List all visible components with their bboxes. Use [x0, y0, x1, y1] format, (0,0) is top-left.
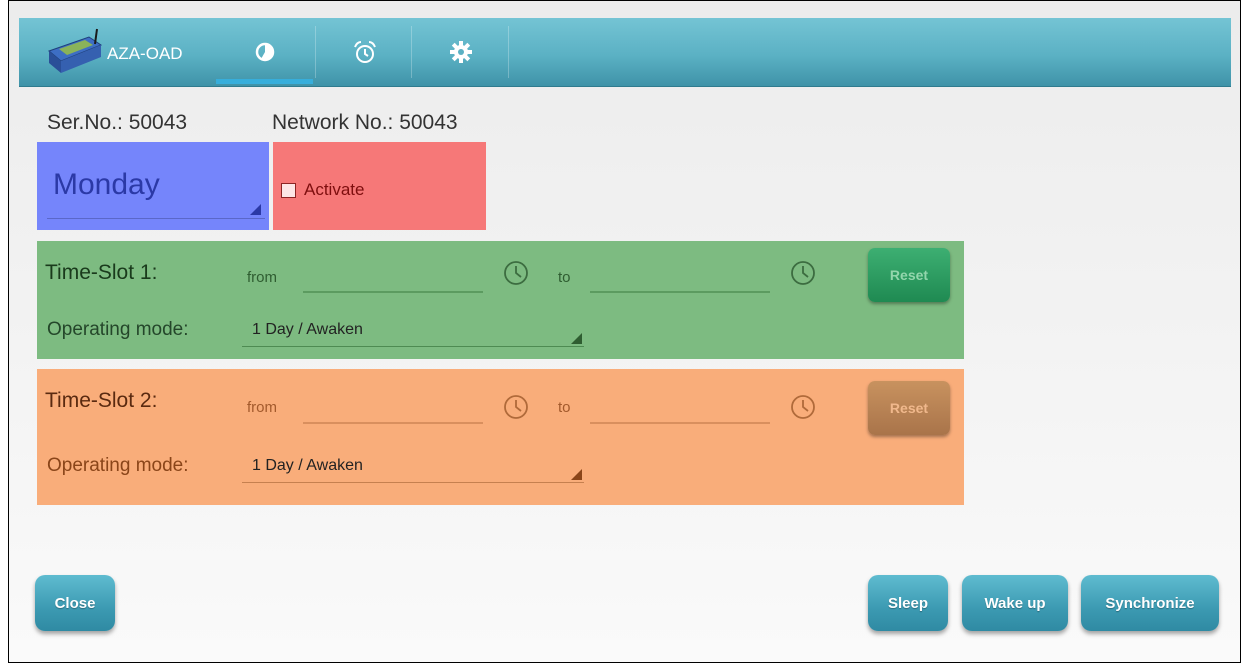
tab-divider	[508, 26, 509, 78]
to-label: to	[558, 399, 571, 416]
network-number: Network No.: 50043	[272, 111, 458, 134]
from-label: from	[247, 399, 277, 416]
serial-number: Ser.No.: 50043	[47, 111, 188, 134]
operating-mode-label: Operating mode:	[47, 319, 189, 340]
day-dropdown[interactable]: Monday	[47, 158, 265, 219]
tab-settings[interactable]	[412, 18, 509, 86]
alarm-clock-icon	[353, 41, 376, 63]
activate-panel: Activate	[273, 142, 486, 230]
time-slot-2-reset-button[interactable]: Reset	[868, 381, 950, 435]
time-slot-2-to-field[interactable]	[590, 422, 770, 424]
app-window: AZA-OAD Ser.No.: 50043 Network No.: 5004…	[8, 0, 1241, 663]
clock-icon[interactable]	[502, 259, 530, 287]
close-button[interactable]: Close	[35, 575, 115, 631]
to-label: to	[558, 269, 571, 286]
operating-mode-label: Operating mode:	[47, 455, 189, 476]
time-slot-2-panel: Time-Slot 2: from to Reset Operating mod…	[37, 369, 964, 505]
clock-icon[interactable]	[789, 393, 817, 421]
time-slot-1-title: Time-Slot 1:	[45, 261, 158, 284]
gear-icon	[449, 41, 472, 63]
dropdown-underline	[242, 346, 584, 347]
synchronize-button[interactable]: Synchronize	[1081, 575, 1219, 631]
dropdown-corner-icon	[571, 333, 582, 344]
from-label: from	[247, 269, 277, 286]
day-dropdown-value: Monday	[53, 168, 160, 201]
time-slot-2-title: Time-Slot 2:	[45, 389, 158, 412]
time-slot-1-reset-button[interactable]: Reset	[868, 248, 950, 302]
dropdown-corner-icon	[571, 469, 582, 480]
time-slot-1-panel: Time-Slot 1: from to Reset Operating mod…	[37, 241, 964, 359]
time-slot-1-mode-dropdown[interactable]: 1 Day / Awaken	[242, 315, 584, 347]
tab-alarm[interactable]	[316, 18, 413, 86]
mode-dropdown-value: 1 Day / Awaken	[252, 457, 363, 474]
tab-overview[interactable]	[216, 18, 313, 86]
dropdown-underline	[242, 482, 584, 483]
sleep-button[interactable]: Sleep	[868, 575, 948, 631]
time-slot-2-from-field[interactable]	[303, 422, 483, 424]
pie-chart-icon	[255, 42, 274, 62]
mode-dropdown-value: 1 Day / Awaken	[252, 321, 363, 338]
activate-label[interactable]: Activate	[304, 180, 364, 200]
wake-up-button[interactable]: Wake up	[962, 575, 1068, 631]
time-slot-1-from-field[interactable]	[303, 291, 483, 293]
action-bar: AZA-OAD	[19, 18, 1231, 87]
day-panel: Monday	[37, 142, 269, 230]
time-slot-1-to-field[interactable]	[590, 291, 770, 293]
clock-icon[interactable]	[789, 259, 817, 287]
app-title: AZA-OAD	[107, 44, 183, 63]
device-logo	[45, 27, 107, 77]
clock-icon[interactable]	[502, 393, 530, 421]
dropdown-corner-icon	[250, 204, 261, 215]
time-slot-2-mode-dropdown[interactable]: 1 Day / Awaken	[242, 451, 584, 483]
activate-checkbox[interactable]	[281, 183, 296, 198]
